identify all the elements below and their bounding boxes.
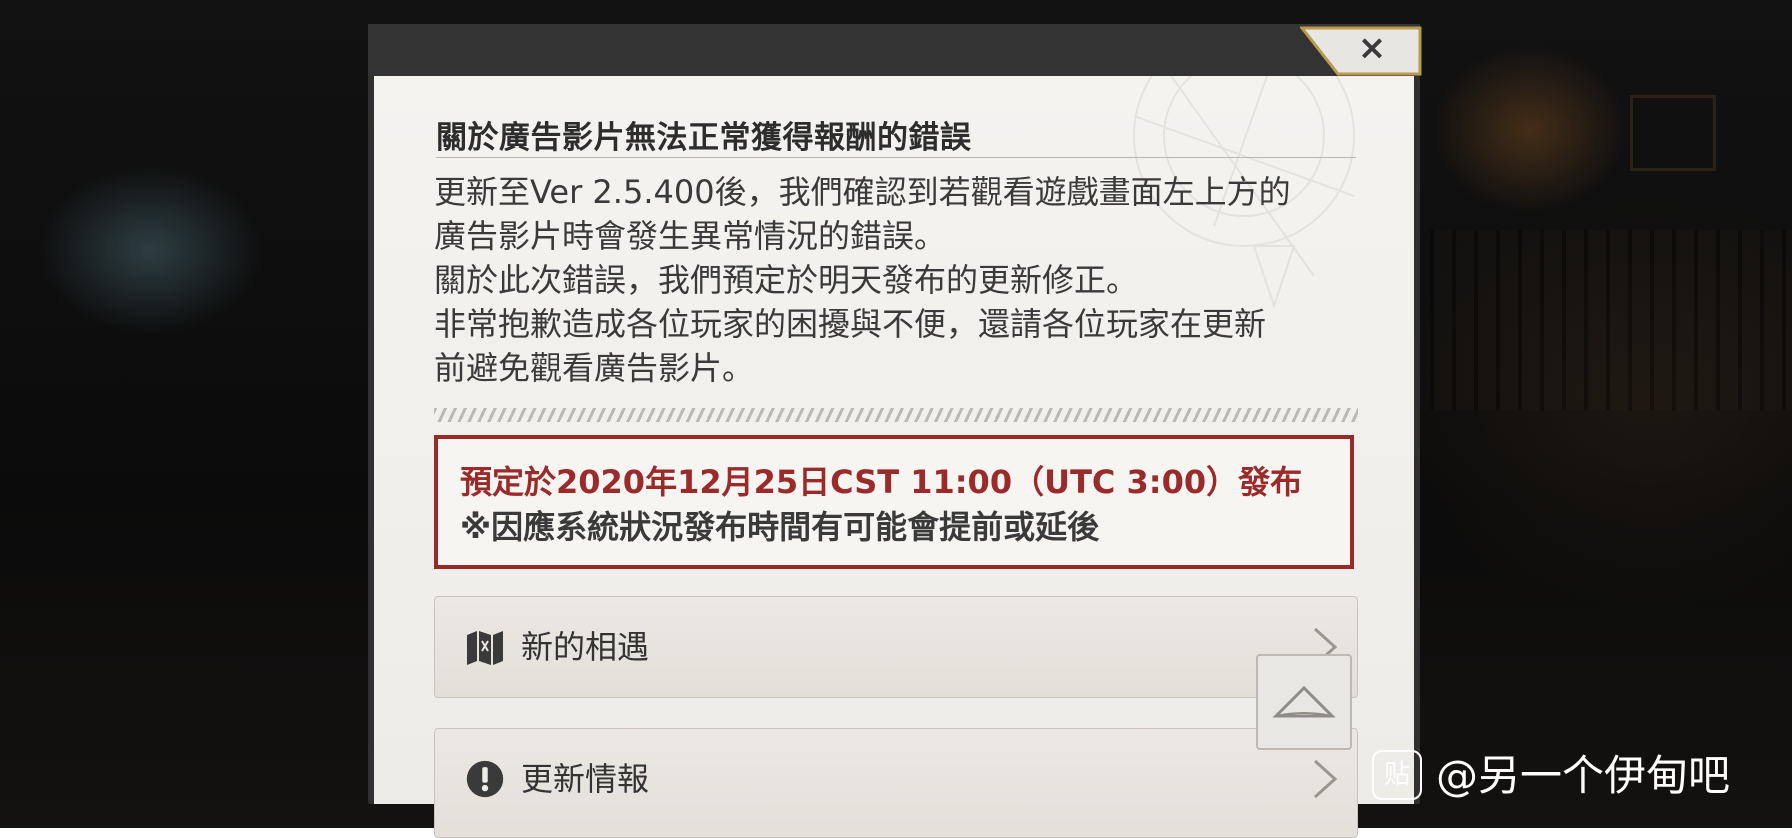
background-railing <box>1430 230 1792 410</box>
hatched-divider <box>434 408 1358 422</box>
menu-button-label: 更新情報 <box>521 760 650 798</box>
map-scroll-icon <box>467 631 503 665</box>
chevron-right-icon <box>1313 759 1338 799</box>
close-icon[interactable]: × <box>1354 30 1390 66</box>
background-window <box>1630 95 1716 171</box>
body-line: 前避免觀看廣告影片。 <box>434 349 755 387</box>
watermark-text: @另一个伊甸吧 <box>1436 751 1731 800</box>
menu-button-update-info[interactable]: 更新情報 <box>434 728 1358 838</box>
body-line: 非常抱歉造成各位玩家的困擾與不便，還請各位玩家在更新 <box>434 305 1267 343</box>
body-line: 關於此次錯誤，我們預定於明天發布的更新修正。 <box>434 261 1139 299</box>
body-line: 更新至Ver 2.5.400後，我們確認到若觀看遊戲畫面左上方的 <box>434 173 1291 211</box>
title-divider <box>436 157 1356 158</box>
exclamation-icon <box>466 760 504 798</box>
tieba-logo-icon: 贴 <box>1372 750 1422 800</box>
release-schedule-text: 預定於2020年12月25日CST 11:00（UTC 3:00）發布 <box>460 463 1303 501</box>
scroll-to-top-button[interactable] <box>1256 654 1352 750</box>
notice-body: 更新至Ver 2.5.400後，我們確認到若觀看遊戲畫面左上方的 廣告影片時會發… <box>434 170 1364 390</box>
menu-button-new-encounter[interactable]: 新的相遇 <box>434 596 1358 698</box>
menu-button-label: 新的相遇 <box>521 628 650 666</box>
body-line: 廣告影片時會發生異常情況的錯誤。 <box>434 217 947 255</box>
release-schedule-note: ※因應系統狀況發布時間有可能會提前或延後 <box>460 508 1100 546</box>
chevron-up-icon <box>1272 685 1336 718</box>
notice-title: 關於廣告影片無法正常獲得報酬的錯誤 <box>436 120 972 156</box>
dialog-header-bar <box>368 24 1420 76</box>
